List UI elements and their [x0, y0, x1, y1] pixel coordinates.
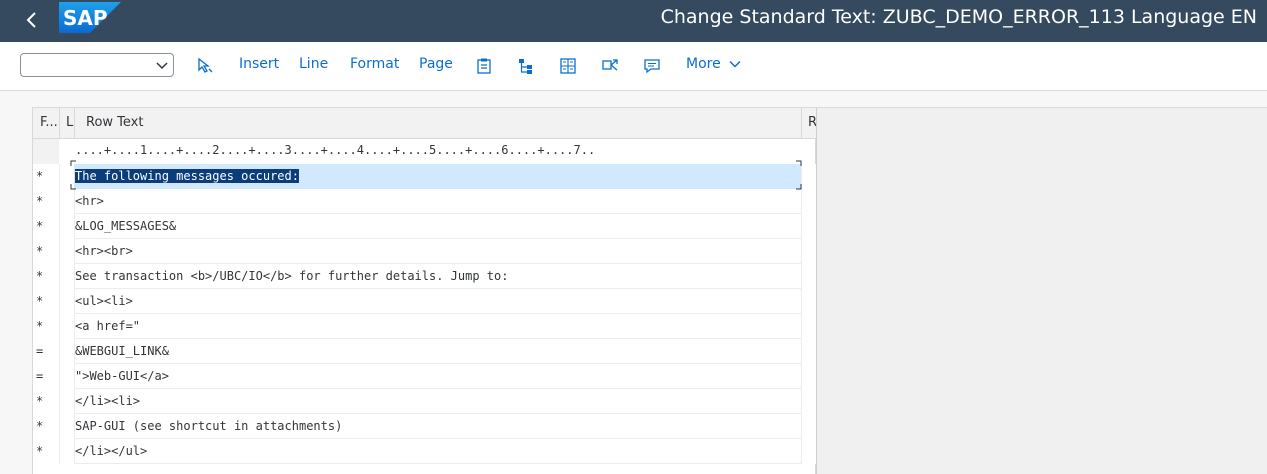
select-cursor-button[interactable]: [194, 55, 216, 77]
format-cell[interactable]: *: [33, 389, 62, 414]
format-cell[interactable]: *: [33, 314, 62, 339]
line-cell[interactable]: [59, 314, 75, 339]
table-row[interactable]: * See transaction <b>/UBC/IO</b> for furt…: [33, 264, 817, 289]
row-text-cell[interactable]: <a href=": [74, 314, 802, 339]
r-cell[interactable]: [801, 364, 817, 389]
column-ruler: ....+....1....+....2....+....3....+....4…: [75, 143, 596, 157]
ruler-gutter: [33, 139, 59, 167]
r-cell[interactable]: [801, 239, 817, 264]
table-row[interactable]: * <ul><li>: [33, 289, 817, 314]
line-cell[interactable]: [59, 364, 75, 389]
line-cell[interactable]: [59, 389, 75, 414]
column-header-row-text[interactable]: Row Text: [86, 108, 143, 138]
toolbar: Insert Line Format Page More: [0, 42, 1267, 91]
hierarchy-icon: [519, 59, 532, 74]
comment-icon: [644, 59, 660, 74]
format-cell[interactable]: *: [33, 439, 62, 464]
format-cell[interactable]: *: [33, 214, 62, 239]
grid-document-button[interactable]: [557, 55, 579, 77]
r-cell[interactable]: [801, 214, 817, 239]
clipboard-icon: [477, 58, 491, 74]
r-cell[interactable]: [801, 389, 817, 414]
table-row[interactable]: * <a href=": [33, 314, 817, 339]
format-cell[interactable]: *: [33, 289, 62, 314]
share-button[interactable]: [599, 55, 621, 77]
page-title: Change Standard Text: ZUBC_DEMO_ERROR_11…: [660, 6, 1257, 28]
insert-menu[interactable]: Insert: [239, 56, 279, 72]
structure-button[interactable]: [515, 55, 537, 77]
table-row[interactable]: = ">Web-GUI</a>: [33, 364, 817, 389]
line-cell[interactable]: [59, 239, 75, 264]
table-header: F... L Row Text R: [33, 108, 817, 139]
table-row[interactable]: * &LOG_MESSAGES&: [33, 214, 817, 239]
format-cell[interactable]: =: [33, 339, 62, 364]
page-menu[interactable]: Page: [419, 56, 453, 72]
chevron-left-icon: [26, 12, 36, 28]
command-select[interactable]: [20, 53, 174, 77]
row-text-cell[interactable]: ">Web-GUI</a>: [74, 364, 802, 389]
shell-bar: SAP Change Standard Text: ZUBC_DEMO_ERRO…: [0, 0, 1267, 42]
share-icon: [602, 59, 618, 71]
row-text-cell[interactable]: </li><li>: [74, 389, 802, 414]
line-menu[interactable]: Line: [299, 56, 328, 72]
format-cell[interactable]: *: [33, 414, 62, 439]
format-menu[interactable]: Format: [350, 56, 399, 72]
comment-button[interactable]: [641, 55, 663, 77]
more-menu[interactable]: More: [686, 56, 741, 72]
table-row[interactable]: * <hr><br>: [33, 239, 817, 264]
line-cell[interactable]: [59, 264, 75, 289]
r-cell[interactable]: [801, 439, 817, 464]
table-row[interactable]: = &WEBGUI_LINK&: [33, 339, 817, 364]
r-cell[interactable]: [801, 314, 817, 339]
format-cell[interactable]: *: [33, 189, 62, 214]
r-cell[interactable]: [801, 414, 817, 439]
row-text-cell[interactable]: <hr><br>: [74, 239, 802, 264]
grid-document-icon: [560, 58, 576, 74]
table-row[interactable]: * </li><li>: [33, 389, 817, 414]
row-text-cell[interactable]: <ul><li>: [74, 289, 802, 314]
row-text-cell[interactable]: </li></ul>: [74, 439, 802, 464]
r-cell[interactable]: [801, 339, 817, 364]
line-cell[interactable]: [59, 439, 75, 464]
row-text-cell[interactable]: <hr>: [74, 189, 802, 214]
right-panel: [816, 107, 1267, 474]
paste-button[interactable]: [473, 55, 495, 77]
r-cell[interactable]: [801, 264, 817, 289]
back-button[interactable]: [18, 5, 46, 35]
table-row[interactable]: * </li></ul>: [33, 439, 817, 464]
row-text-cell[interactable]: SAP-GUI (see shortcut in attachments): [74, 414, 802, 439]
row-text-cell[interactable]: See transaction <b>/UBC/IO</b> for furth…: [74, 264, 802, 289]
format-cell[interactable]: =: [33, 364, 62, 389]
column-header-format[interactable]: F...: [40, 108, 58, 138]
format-cell[interactable]: *: [33, 239, 62, 264]
format-cell[interactable]: *: [33, 264, 62, 289]
line-cell[interactable]: [59, 189, 75, 214]
selection-marker: [70, 160, 802, 190]
line-cell[interactable]: [59, 414, 75, 439]
format-cell[interactable]: *: [33, 164, 62, 189]
line-cell[interactable]: [59, 214, 75, 239]
cursor-select-icon: [198, 57, 213, 73]
r-cell[interactable]: [801, 289, 817, 314]
table-row[interactable]: * SAP-GUI (see shortcut in attachments): [33, 414, 817, 439]
column-header-l[interactable]: L: [66, 108, 73, 138]
chevron-down-icon: [729, 60, 741, 68]
row-text-cell[interactable]: &WEBGUI_LINK&: [74, 339, 802, 364]
sap-logo-text: SAP: [63, 6, 108, 30]
line-cell[interactable]: [59, 289, 75, 314]
row-text-cell[interactable]: &LOG_MESSAGES&: [74, 214, 802, 239]
sap-logo: SAP: [59, 2, 121, 37]
text-editor-table: F... L Row Text R ....+....1....+....2..…: [32, 107, 817, 474]
table-row[interactable]: * <hr>: [33, 189, 817, 214]
line-cell[interactable]: [59, 339, 75, 364]
r-cell[interactable]: [801, 189, 817, 214]
chevron-down-icon: [156, 62, 168, 70]
more-menu-label: More: [686, 56, 721, 72]
